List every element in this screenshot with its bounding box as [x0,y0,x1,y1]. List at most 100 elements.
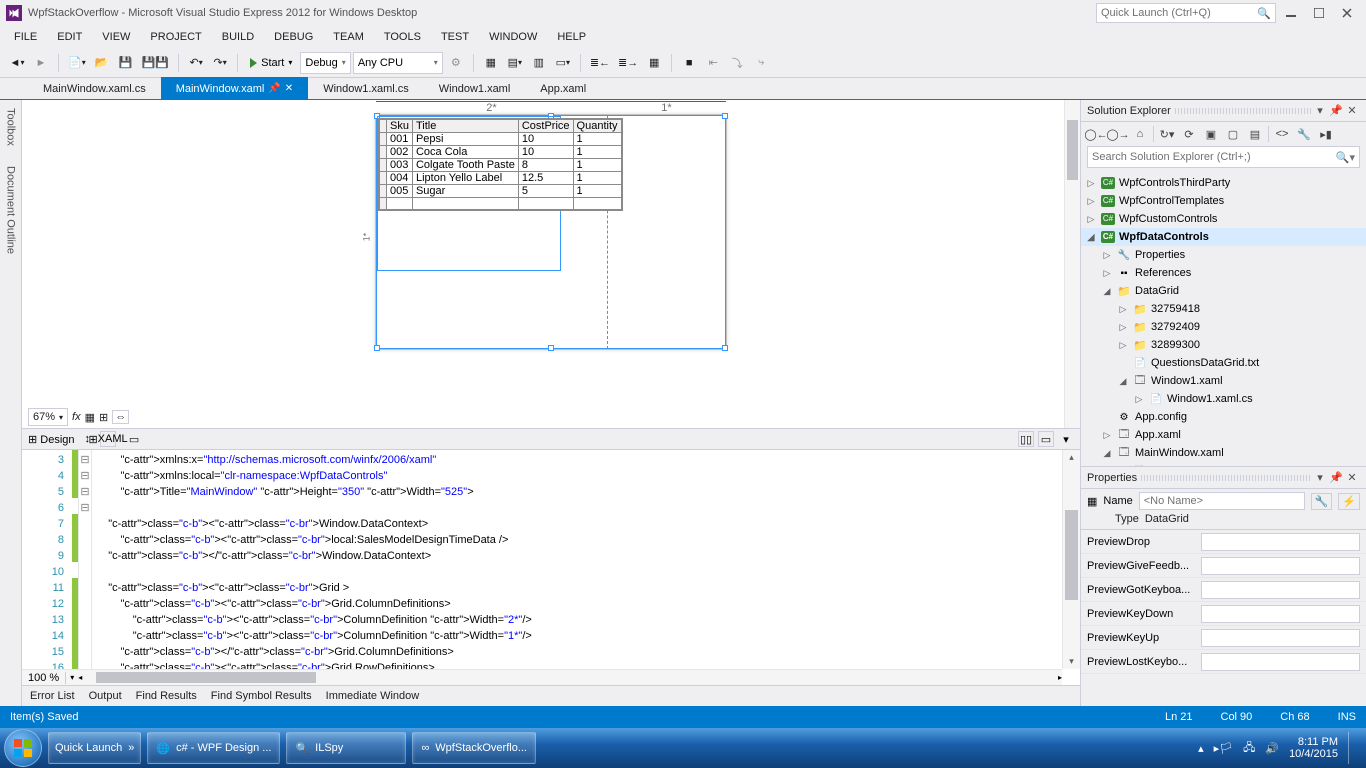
home-icon[interactable]: ⌂ [1131,125,1149,143]
close-button[interactable] [1334,3,1360,23]
property-row[interactable]: PreviewKeyUp [1081,626,1366,650]
undo-button[interactable]: ↶▾ [185,52,207,74]
tree-node[interactable]: ▷C#WpfCustomControls [1081,210,1366,228]
menu-tools[interactable]: TOOLS [374,29,431,45]
dropdown-icon[interactable]: ▾ [1312,470,1328,486]
grid-icon[interactable]: ▦ [85,411,95,424]
uncomment-button[interactable]: ≣→ [615,52,641,74]
split-h-icon[interactable]: ▯▯ [1018,431,1034,447]
show-desktop-button[interactable] [1348,732,1356,764]
snap-icon[interactable]: ⇔ [112,410,129,424]
tree-node[interactable]: ▷📁32792409 [1081,318,1366,336]
tree-node[interactable]: ▷🗔App.xaml [1081,426,1366,444]
menu-debug[interactable]: DEBUG [264,29,323,45]
tb-icon[interactable]: ▭▾ [552,52,574,74]
tree-node[interactable]: ▷📄Window1.xaml.cs [1081,390,1366,408]
wrench-icon[interactable]: 🔧 [1295,125,1313,143]
minimize-button[interactable] [1278,3,1304,23]
show-all-icon[interactable]: ▢ [1224,125,1242,143]
menu-project[interactable]: PROJECT [140,29,211,45]
close-icon[interactable]: ✕ [1344,470,1360,486]
open-button[interactable]: 📂 [91,52,113,74]
pin-icon[interactable]: 📌 [1328,103,1344,119]
platform-dropdown[interactable]: Any CPU▾ [353,52,443,74]
bolt-icon[interactable]: ⚡ [1338,493,1360,510]
start-debug-button[interactable]: Start▾ [244,52,298,74]
speaker-icon[interactable]: 🔊 [1265,742,1279,755]
toolbox-tab[interactable]: Toolbox [5,104,17,150]
xaml-tab-button[interactable]: ⊞ XAML [100,431,116,447]
dropdown-icon[interactable]: ▾ [1312,103,1328,119]
editor-hscroll[interactable]: 100 % ▾ ◂ ▸ [22,669,1062,685]
quick-launch-input[interactable]: Quick Launch (Ctrl+Q)🔍 [1096,3,1276,23]
menu-view[interactable]: VIEW [92,29,140,45]
menu-window[interactable]: WINDOW [479,29,547,45]
flag-icon[interactable]: ▸▮ [1317,125,1335,143]
sync-icon[interactable]: ⟳ [1180,125,1198,143]
bottom-tab[interactable]: Output [89,690,122,702]
tree-node[interactable]: ▷📁32899300 [1081,336,1366,354]
bottom-tab[interactable]: Immediate Window [326,690,420,702]
pin-icon[interactable]: 📌 [1328,470,1344,486]
fwd-icon[interactable]: ◯→ [1109,125,1127,143]
new-project-button[interactable]: 📄▾ [65,52,89,74]
doc-tab[interactable]: Window1.xaml [424,77,526,99]
tb-icon[interactable]: ▥ [528,52,550,74]
tree-node[interactable]: ▷C#WpfControlTemplates [1081,192,1366,210]
flag-icon[interactable]: ▸🏳 [1214,742,1234,755]
back-icon[interactable]: ◯← [1087,125,1105,143]
config-dropdown[interactable]: Debug▾ [300,52,350,74]
start-button[interactable] [4,729,42,767]
wrench-icon[interactable]: 🔧 [1311,493,1333,510]
menu-help[interactable]: HELP [547,29,596,45]
designer-surface[interactable]: 2* 1* 1* SkuTitleCostP [22,100,1080,428]
tree-node[interactable]: ⚙App.config [1081,408,1366,426]
designer-scrollbar[interactable] [1064,100,1080,428]
collapse-icon[interactable]: ▾ [1058,431,1074,447]
refresh-icon[interactable]: ↻▾ [1158,125,1176,143]
quick-launch-taskbar[interactable]: Quick Launch» [48,732,141,764]
doc-outline-tab[interactable]: Document Outline [5,162,17,258]
xaml-editor[interactable]: 345678910111213141516 ⊟⊟⊟⊟ "c-attr">xmln… [22,450,1080,686]
tree-node[interactable]: ◢🗔MainWindow.xaml [1081,444,1366,462]
network-icon[interactable]: 🖧 [1243,739,1255,758]
tree-node[interactable]: ▷▪▪References [1081,264,1366,282]
taskbar-item[interactable]: 🌐c# - WPF Design ... [147,732,280,764]
tree-node[interactable]: ▷📁32759418 [1081,300,1366,318]
tb-icon[interactable]: ▦ [480,52,502,74]
menu-file[interactable]: FILE [4,29,47,45]
design-canvas[interactable]: 2* 1* 1* SkuTitleCostP [375,114,727,350]
design-xaml-splitter[interactable]: ⊞ Design ↕ ⊞ XAML ▭ ▯▯ ▭ ▾ [22,428,1080,450]
system-tray[interactable]: ▴ ▸🏳 🖧 🔊 8:11 PM10/4/2015 [1198,732,1362,764]
menu-test[interactable]: TEST [431,29,479,45]
solution-tree[interactable]: ▷C#WpfControlsThirdParty▷C#WpfControlTem… [1081,172,1366,466]
tree-node[interactable]: ◢C#WpfDataControls [1081,228,1366,246]
bottom-tab[interactable]: Find Results [136,690,197,702]
tree-node[interactable]: ▷C#WpfControlsThirdParty [1081,174,1366,192]
menu-build[interactable]: BUILD [212,29,264,45]
tree-node[interactable]: ▷🔧Properties [1081,246,1366,264]
tree-node[interactable]: ◢📁DataGrid [1081,282,1366,300]
tb-icon[interactable]: ▤▾ [504,52,526,74]
doc-icon[interactable]: ▭ [126,431,142,447]
tree-node[interactable]: 📄QuestionsDataGrid.txt [1081,354,1366,372]
code-icon[interactable]: <> [1273,125,1291,143]
maximize-button[interactable] [1306,3,1332,23]
property-row[interactable]: PreviewDrop [1081,530,1366,554]
property-row[interactable]: PreviewLostKeybo... [1081,650,1366,674]
properties-icon[interactable]: ▤ [1246,125,1264,143]
zoom-dropdown[interactable]: 67%▾ [28,408,68,426]
doc-tab[interactable]: Window1.xaml.cs [308,77,424,99]
property-row[interactable]: PreviewGiveFeedb... [1081,554,1366,578]
close-icon[interactable]: ✕ [1344,103,1360,119]
clock[interactable]: 8:11 PM10/4/2015 [1289,736,1338,760]
se-search-input[interactable]: Search Solution Explorer (Ctrl+;)🔍▾ [1087,146,1360,168]
split-v-icon[interactable]: ▭ [1038,431,1054,447]
fx-icon[interactable]: fx [72,411,81,423]
menu-team[interactable]: TEAM [323,29,374,45]
doc-tab[interactable]: App.xaml [525,77,601,99]
tb-icon[interactable]: ▦ [643,52,665,74]
taskbar-item[interactable]: ∞WpfStackOverflo... [412,732,536,764]
menu-edit[interactable]: EDIT [47,29,92,45]
comment-button[interactable]: ≣← [587,52,613,74]
